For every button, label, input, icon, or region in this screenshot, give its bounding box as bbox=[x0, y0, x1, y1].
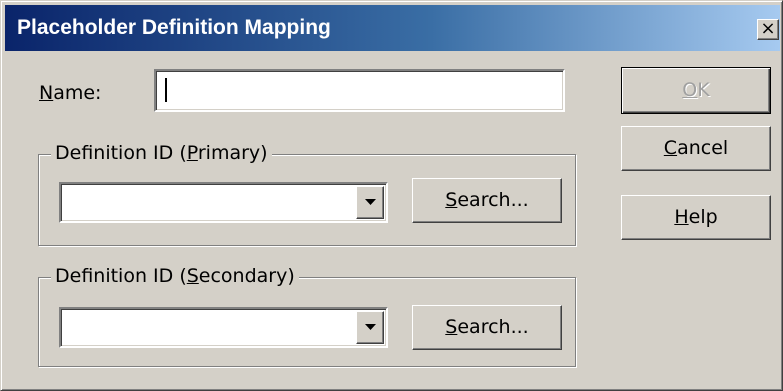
primary-search-button[interactable]: Search... bbox=[412, 178, 562, 223]
title-bar[interactable]: Placeholder Definition Mapping × bbox=[5, 5, 780, 51]
cancel-button[interactable]: Cancel bbox=[621, 126, 771, 171]
cancel-accel: C bbox=[663, 137, 678, 159]
ok-button[interactable]: OK bbox=[621, 67, 771, 114]
help-button[interactable]: Help bbox=[621, 195, 771, 240]
primary-legend-prefix: Definition ID ( bbox=[55, 142, 187, 164]
chevron-down-icon bbox=[365, 199, 376, 205]
primary-legend-suffix: rimary) bbox=[197, 142, 268, 164]
close-icon: × bbox=[760, 18, 776, 39]
chevron-down-icon bbox=[365, 324, 376, 330]
secondary-legend-suffix: econdary) bbox=[198, 265, 295, 287]
close-button[interactable]: × bbox=[757, 19, 779, 40]
primary-dropdown-button[interactable] bbox=[356, 186, 384, 219]
name-label-accel: N bbox=[39, 82, 54, 104]
secondary-legend-prefix: Definition ID ( bbox=[55, 265, 187, 287]
primary-legend-accel: P bbox=[186, 142, 198, 164]
ok-accel: O bbox=[682, 79, 698, 101]
name-label-text: ame: bbox=[53, 82, 102, 104]
dialog-title: Placeholder Definition Mapping bbox=[17, 16, 331, 39]
placeholder-definition-mapping-dialog: Placeholder Definition Mapping × Name: D… bbox=[0, 0, 783, 391]
cancel-label: ancel bbox=[677, 137, 729, 159]
secondary-dropdown-button[interactable] bbox=[356, 311, 384, 344]
name-label: Name: bbox=[39, 82, 101, 104]
secondary-group-legend: Definition ID (Secondary) bbox=[51, 265, 299, 287]
secondary-definition-combobox[interactable] bbox=[59, 307, 388, 348]
primary-search-label: earch... bbox=[457, 189, 529, 211]
primary-definition-combobox[interactable] bbox=[59, 182, 388, 223]
secondary-search-label: earch... bbox=[457, 316, 529, 338]
secondary-search-accel: S bbox=[445, 316, 458, 338]
help-accel: H bbox=[674, 206, 689, 228]
help-label: elp bbox=[688, 206, 718, 228]
text-caret bbox=[165, 78, 167, 102]
secondary-legend-accel: S bbox=[186, 265, 199, 287]
primary-group-legend: Definition ID (Primary) bbox=[51, 142, 272, 164]
primary-search-accel: S bbox=[445, 189, 458, 211]
ok-label: K bbox=[697, 79, 710, 101]
secondary-search-button[interactable]: Search... bbox=[412, 305, 562, 350]
name-input[interactable] bbox=[154, 69, 565, 112]
